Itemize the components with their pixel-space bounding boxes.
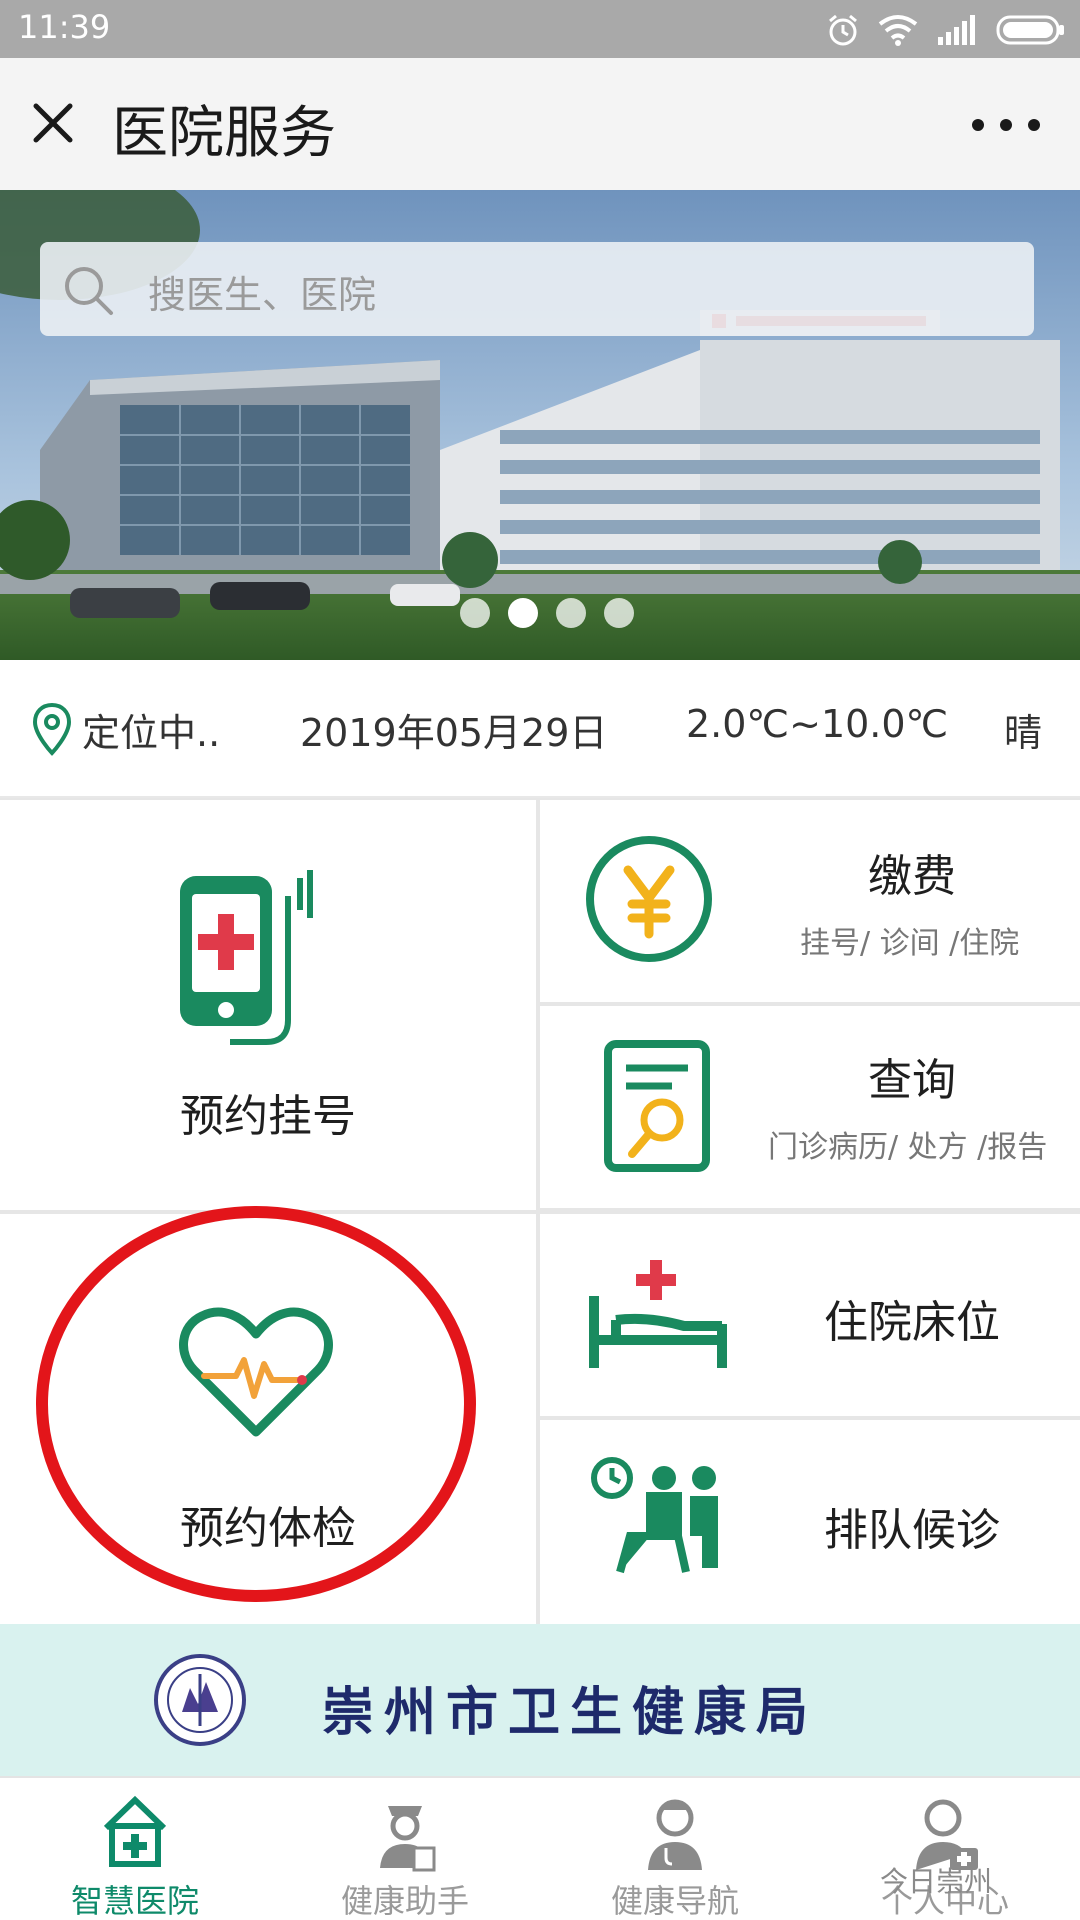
phone-medical-icon [180,870,313,1045]
carousel-dot-active[interactable] [508,598,538,628]
status-icons [826,10,1066,50]
bureau-name: 崇州市卫生健康局 [322,1682,819,1743]
search-placeholder: 搜医生、医院 [148,273,377,317]
search-input[interactable]: 搜医生、医院 [40,242,1034,336]
tab-label: 智慧医院 [70,1882,199,1920]
yuan-coin-icon [586,836,712,962]
report-search-icon [604,1040,710,1172]
query-label: 查询 [868,1055,956,1106]
location-status[interactable]: 定位中.. [82,702,220,757]
query-sublabel: 门诊病历/ 处方 /报告 [768,1130,1048,1165]
payment-label: 缴费 [868,851,956,902]
bed-tile[interactable]: 住院床位 [540,1214,1080,1416]
nav-bar: 医院服务 [0,58,1080,190]
close-icon[interactable] [28,98,78,148]
carousel-dot[interactable] [556,598,586,628]
health-bureau-banner[interactable]: 崇州市卫生健康局 [0,1624,1080,1776]
more-icon[interactable] [968,110,1044,140]
battery-icon [996,15,1064,45]
carousel-dot[interactable] [460,598,490,628]
weather-condition: 晴 [1004,711,1043,755]
banner-carousel[interactable]: 搜医生、医院 [0,190,1080,660]
query-tile[interactable]: 查询 门诊病历/ 处方 /报告 [540,1006,1080,1208]
status-time: 11:39 [18,8,111,46]
payment-tile[interactable]: 缴费 挂号/ 诊间 /住院 [540,800,1080,1002]
watermark: 今日崇州 [880,1865,993,1898]
signal-icon [938,15,975,45]
appointment-tile[interactable]: 预约挂号 [0,800,536,1210]
tab-health-navigation[interactable]: 健康导航 [540,1778,810,1920]
nurse-icon [380,1806,436,1872]
tab-smart-hospital[interactable]: 智慧医院 [0,1778,270,1920]
queue-waiting-icon [591,1457,718,1574]
wifi-icon [878,15,918,46]
doctor-icon [648,1799,702,1870]
temperature-range: 2.0℃~10.0℃ [686,702,949,746]
bureau-emblem-icon [154,1654,246,1746]
alarm-icon [829,14,857,46]
tab-label: 健康导航 [610,1882,739,1920]
hospital-bed-icon [589,1260,727,1368]
carousel-dot[interactable] [604,598,634,628]
current-date: 2019年05月29日 [300,711,608,755]
search-icon [65,267,113,315]
status-bar: 11:39 [0,0,1080,58]
tab-label: 健康助手 [340,1882,469,1920]
bed-label: 住院床位 [824,1297,1000,1348]
queue-tile[interactable]: 排队候诊 [540,1420,1080,1624]
queue-label: 排队候诊 [824,1505,1000,1556]
page-title: 医院服务 [112,101,336,166]
highlight-circle [36,1206,476,1602]
info-row: 定位中.. 2019年05月29日 2.0℃~10.0℃ 晴 [0,660,1080,798]
carousel-dots [460,598,634,628]
tab-health-assistant[interactable]: 健康助手 [270,1778,540,1920]
location-pin-icon [32,702,72,756]
appointment-label: 预约挂号 [180,1091,356,1142]
hospital-icon [103,1795,167,1867]
payment-sublabel: 挂号/ 诊间 /住院 [800,926,1020,961]
